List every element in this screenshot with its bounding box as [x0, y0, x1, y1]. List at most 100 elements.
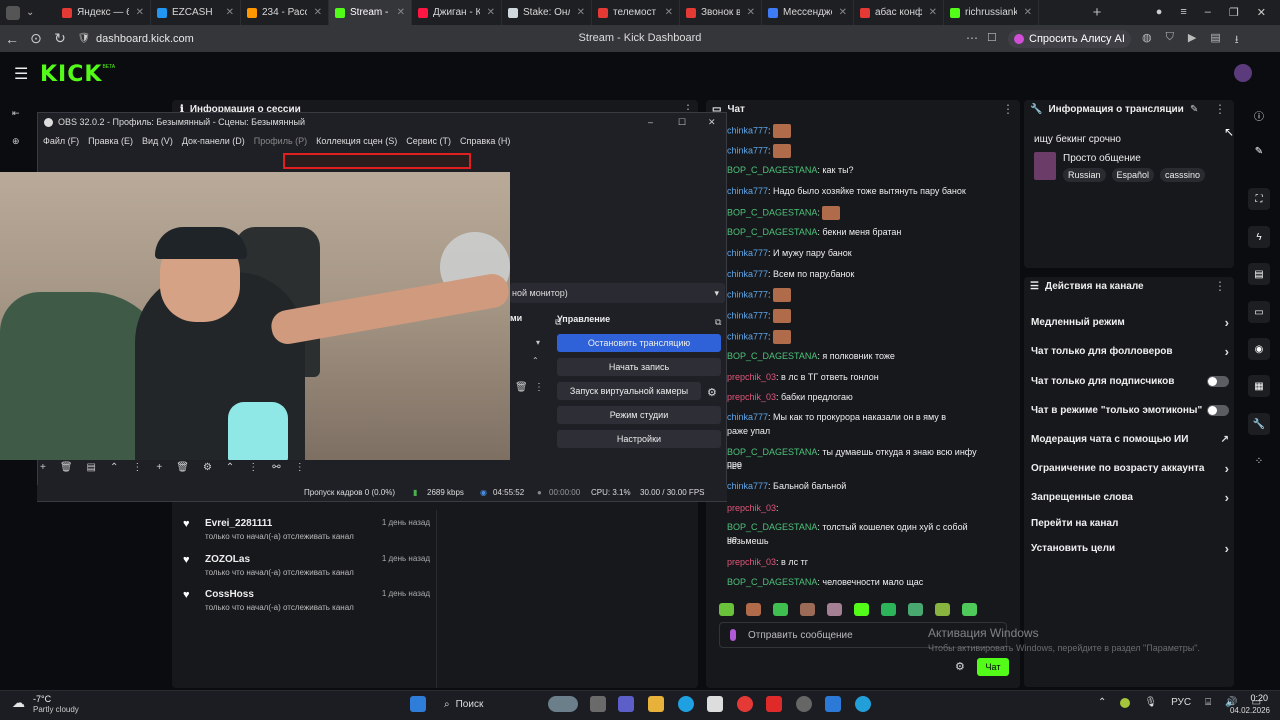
tab-close-icon[interactable]: ✕: [1024, 7, 1032, 18]
more-vertical-icon[interactable]: ⋮: [534, 382, 544, 393]
obs-control-button[interactable]: Остановить трансляцию: [557, 334, 721, 352]
edit-icon[interactable]: ✎: [1190, 104, 1198, 115]
chat-username[interactable]: chinka777: [727, 331, 768, 341]
obs-menu-item[interactable]: Профиль (P): [254, 136, 307, 146]
chat-username[interactable]: BOP_C_DAGESTANA: [727, 577, 817, 587]
trash-icon[interactable]: 🗑: [60, 462, 73, 476]
task-view-icon[interactable]: [590, 696, 606, 712]
channel-action-item[interactable]: Запрещенные слова ›: [1031, 489, 1229, 505]
menu-icon[interactable]: ≡: [1180, 6, 1186, 19]
emote-globe-icon[interactable]: [908, 602, 923, 616]
chevron-up-icon[interactable]: ⌃: [532, 356, 539, 365]
channel-action-item[interactable]: Медленный режим ›: [1031, 314, 1229, 330]
transition-icon[interactable]: ⚯: [272, 462, 280, 476]
clock-date[interactable]: 04.02.2026: [1222, 706, 1270, 715]
obs-menu-item[interactable]: Док-панели (D): [182, 136, 245, 146]
stream-info-menu-icon[interactable]: ⋮: [1214, 102, 1226, 116]
chat-username[interactable]: chinka777: [727, 310, 768, 320]
stream-tag[interactable]: Español: [1111, 168, 1155, 182]
tab-close-icon[interactable]: ✕: [314, 7, 322, 18]
chevron-down-icon[interactable]: ⌄: [26, 7, 34, 18]
start-icon[interactable]: [410, 696, 426, 712]
add-icon[interactable]: +: [40, 462, 46, 476]
chat-username[interactable]: chinka777: [727, 145, 768, 155]
store-icon[interactable]: [707, 696, 723, 712]
network-icon[interactable]: ⌸: [1205, 697, 1211, 708]
chevron-down-icon[interactable]: ▾: [536, 338, 540, 347]
toggle-switch[interactable]: [1207, 375, 1229, 387]
chevron-up-icon[interactable]: ⌃: [110, 462, 118, 476]
download-icon[interactable]: ⭳: [1235, 31, 1239, 50]
chat-username[interactable]: BOP_C_DAGESTANA: [727, 207, 817, 217]
channel-action-item[interactable]: Чат в режиме "только эмотиконы": [1031, 402, 1229, 418]
obs-control-button[interactable]: Запуск виртуальной камеры: [557, 382, 701, 400]
chat-settings-icon[interactable]: ⚙: [955, 660, 965, 673]
channel-action-item[interactable]: Модерация чата с помощью ИИ ↗: [1031, 431, 1229, 447]
weather-icon[interactable]: ☁: [12, 695, 25, 711]
stream-tag[interactable]: casssino: [1160, 168, 1206, 182]
lightning-rail-icon[interactable]: ϟ: [1248, 226, 1270, 248]
browser-tab[interactable]: Звонок в ✕: [680, 0, 762, 25]
explorer-icon[interactable]: [648, 696, 664, 712]
channel-action-item[interactable]: Ограничение по возрасту аккаунта ›: [1031, 460, 1229, 476]
chat-username[interactable]: prepchik_03: [727, 372, 776, 382]
channel-action-item[interactable]: Чат только для фолловеров ›: [1031, 343, 1229, 359]
info-rail-icon[interactable]: ⓘ: [1248, 104, 1270, 126]
browser-tab[interactable]: абас конферен ✕: [854, 0, 944, 25]
kick-logo[interactable]: KICK: [40, 62, 102, 87]
chat-username[interactable]: chinka777: [727, 248, 768, 258]
obs-minimize-icon[interactable]: –: [648, 117, 653, 127]
teams-icon[interactable]: [618, 696, 634, 712]
browser-tab[interactable]: Мессенджер ✕: [762, 0, 854, 25]
obs-close-icon[interactable]: ✕: [708, 117, 716, 128]
emote-green-icon[interactable]: [854, 602, 869, 616]
telegram-icon[interactable]: [855, 696, 871, 712]
yandex-browser-icon[interactable]: [737, 696, 753, 712]
chat-menu-icon[interactable]: ⋮: [1002, 102, 1014, 116]
emote-pepe-icon[interactable]: [719, 602, 734, 616]
tab-close-icon[interactable]: ✕: [747, 7, 755, 18]
tab-close-icon[interactable]: ✕: [397, 7, 405, 18]
chat-send-button[interactable]: Чат: [977, 658, 1009, 676]
obs-menu-item[interactable]: Справка (H): [460, 136, 510, 146]
browser-tab[interactable]: Stake: Онлайн ✕: [502, 0, 592, 25]
chat-username[interactable]: BOP_C_DAGESTANA: [727, 227, 817, 237]
obs-menu-item[interactable]: Вид (V): [142, 136, 173, 146]
browser-tab[interactable]: Stream - Kic ✕: [329, 0, 412, 25]
tray-app-icon[interactable]: [1120, 697, 1131, 708]
obs-menu-item[interactable]: Файл (F): [43, 136, 79, 146]
obs-monitor-select[interactable]: ной монитор) ▾: [510, 283, 725, 303]
wrench-rail-icon[interactable]: 🔧: [1248, 413, 1270, 435]
edge-icon[interactable]: [678, 696, 694, 712]
obs-control-button[interactable]: Режим студии: [557, 406, 721, 424]
browser-tab[interactable]: Яндекс — быс ✕: [56, 0, 151, 25]
browser-tab[interactable]: EZCASH ✕: [151, 0, 241, 25]
alice-button[interactable]: Спросить Алису AI: [1008, 30, 1131, 48]
browser-tab[interactable]: richrussiankids ✕: [944, 0, 1039, 25]
app-icon[interactable]: [825, 696, 841, 712]
left-rail-home-icon[interactable]: ⊕: [12, 136, 20, 147]
chat-username[interactable]: chinka777: [727, 412, 768, 422]
browser-tab[interactable]: Джиган - Карм ✕: [412, 0, 502, 25]
tray-chevron-icon[interactable]: ⌃: [1098, 697, 1106, 708]
toggle-switch[interactable]: [1207, 404, 1229, 416]
more-vertical-icon[interactable]: ⋮: [132, 462, 142, 476]
close-icon[interactable]: ✕: [1257, 6, 1266, 19]
emote-thumb-icon[interactable]: [962, 602, 977, 616]
emote-money-icon[interactable]: [935, 602, 950, 616]
channel-action-item[interactable]: Установить цели ›: [1031, 540, 1229, 556]
tab-close-icon[interactable]: ✕: [136, 7, 144, 18]
browser-menu-icon[interactable]: [6, 5, 20, 20]
emote-face-icon[interactable]: [746, 602, 761, 616]
widget-icon[interactable]: [548, 696, 578, 712]
gear-icon[interactable]: ⚙: [203, 462, 212, 476]
profile-icon[interactable]: ●: [1156, 6, 1163, 19]
add-icon[interactable]: +: [156, 462, 162, 476]
browser-tab[interactable]: телемост — Ян ✕: [592, 0, 680, 25]
follower-name[interactable]: ZOZOLas: [205, 554, 354, 565]
trash-icon[interactable]: 🗑: [515, 382, 528, 393]
tab-close-icon[interactable]: ✕: [929, 7, 937, 18]
chat-username[interactable]: chinka777: [727, 269, 768, 279]
new-tab-button[interactable]: +: [1086, 4, 1108, 21]
clipboard-rail-icon[interactable]: ▤: [1248, 263, 1270, 285]
